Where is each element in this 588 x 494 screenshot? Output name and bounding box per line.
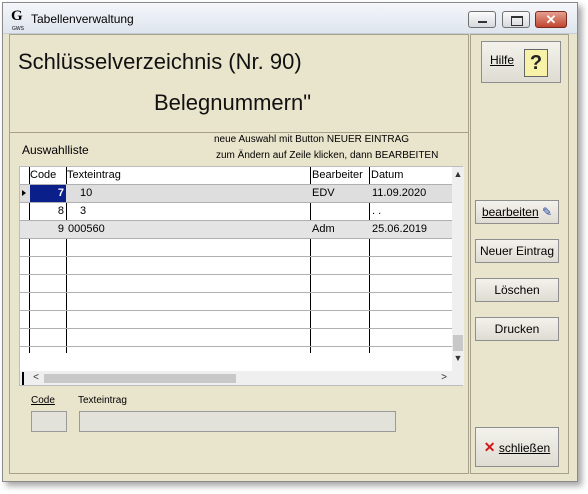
empty-row (20, 328, 452, 346)
maximize-icon (511, 16, 523, 26)
header-area: Schlüsselverzeichnis (Nr. 90) Belegnumme… (10, 35, 468, 133)
code-field[interactable] (31, 411, 67, 432)
text-field[interactable] (79, 411, 396, 432)
table-row[interactable]: 9 000560 Adm 25.06.2019 (20, 220, 452, 238)
column-header-datum[interactable]: Datum (371, 167, 403, 184)
close-x-icon: ✕ (545, 12, 557, 27)
vertical-scrollbar[interactable]: ▲ ▼ (452, 167, 464, 371)
empty-row (20, 256, 452, 274)
cell-datum[interactable]: 25.06.2019 (372, 221, 427, 238)
empty-row (20, 238, 452, 256)
minimize-icon (478, 21, 487, 23)
maximize-button[interactable] (502, 11, 530, 28)
empty-row (20, 292, 452, 310)
new-entry-button[interactable]: Neuer Eintrag (475, 239, 559, 263)
cell-code[interactable]: 7 (30, 185, 64, 202)
table-row[interactable]: 8 3 . . (20, 202, 452, 220)
close-button[interactable]: ✕ schließen (475, 427, 559, 467)
help-button[interactable]: Hilfe ? (481, 41, 561, 83)
empty-row (20, 274, 452, 292)
cell-bearbeiter[interactable]: EDV (312, 185, 335, 202)
button-panel: Hilfe ? bearbeiten ✎ Neuer Eintrag Lösch… (470, 34, 569, 474)
cell-datum[interactable]: 11.09.2020 (372, 185, 426, 202)
row-pointer-icon (20, 185, 29, 202)
page-subtitle: Belegnummern" (154, 90, 311, 115)
help-button-label: Hilfe (490, 53, 515, 67)
scroll-down-icon[interactable]: ▼ (452, 353, 464, 367)
hint-new-entry: neue Auswahl mit Button NEUER EINTRAG (214, 134, 410, 145)
cell-bearbeiter[interactable]: Adm (312, 221, 335, 238)
close-button-label: schließen (498, 441, 551, 455)
empty-row (20, 310, 452, 328)
page-title: Schlüsselverzeichnis (Nr. 90) (18, 49, 302, 74)
scroll-left-icon[interactable]: < (30, 371, 42, 385)
edit-icon: ✎ (542, 205, 553, 219)
app-window: G GWS Tabellenverwaltung ✕ Schlüsselverze… (2, 2, 578, 482)
list-label: Auswahlliste (22, 143, 89, 157)
question-icon: ? (524, 49, 548, 77)
edit-button[interactable]: bearbeiten ✎ (475, 200, 559, 224)
column-header-texteintrag[interactable]: Texteintrag (67, 167, 121, 184)
app-logo-icon: G GWS (11, 8, 24, 33)
horizontal-scroll-thumb[interactable] (44, 374, 236, 383)
cell-datum[interactable]: . . (372, 203, 381, 220)
edit-button-label: bearbeiten (481, 205, 539, 219)
vertical-scroll-thumb[interactable] (453, 335, 463, 351)
column-header-code[interactable]: Code (30, 167, 56, 184)
delete-button[interactable]: Löschen (475, 278, 559, 302)
cell-code[interactable]: 9 (30, 221, 64, 238)
cell-texteintrag[interactable]: 000560 (68, 221, 105, 238)
column-header-bearbeiter[interactable]: Bearbeiter (312, 167, 363, 184)
table-row[interactable]: 7 10 EDV 11.09.2020 (20, 184, 452, 202)
text-field-label: Texteintrag (78, 395, 127, 406)
close-icon: ✕ (483, 439, 496, 455)
title-bar[interactable]: G GWS Tabellenverwaltung ✕ (3, 3, 577, 34)
horizontal-scrollbar[interactable]: < > (20, 371, 464, 385)
scroll-up-icon[interactable]: ▲ (452, 169, 464, 183)
cell-code[interactable]: 8 (30, 203, 64, 220)
main-panel: Schlüsselverzeichnis (Nr. 90) Belegnumme… (9, 34, 469, 474)
window-close-button[interactable]: ✕ (535, 11, 567, 28)
scroll-right-icon[interactable]: > (438, 371, 450, 385)
selection-grid[interactable]: Code Texteintrag Bearbeiter Datum 7 10 E… (19, 166, 464, 386)
window-title: Tabellenverwaltung (31, 12, 134, 26)
empty-row (20, 346, 452, 364)
print-button[interactable]: Drucken (475, 317, 559, 341)
minimize-button[interactable] (468, 11, 496, 28)
cell-texteintrag[interactable]: 10 (80, 185, 92, 202)
scroll-position-marker (22, 372, 24, 385)
cell-texteintrag[interactable]: 3 (80, 203, 86, 220)
code-field-label: Code (31, 395, 55, 406)
hint-edit-entry: zum Ändern auf Zeile klicken, dann BEARB… (216, 150, 439, 161)
